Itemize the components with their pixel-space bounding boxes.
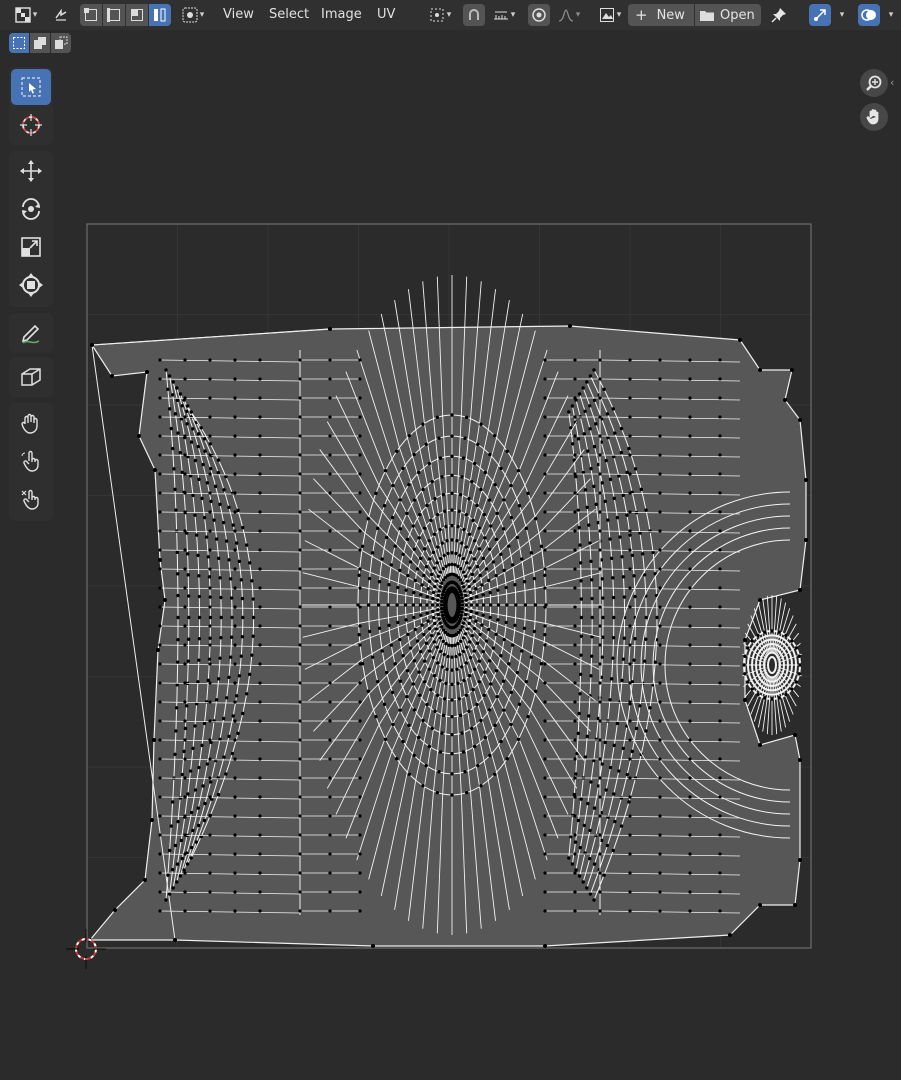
uv-viewport[interactable]: [0, 56, 901, 1080]
gizmo-toggle[interactable]: [809, 4, 831, 26]
rip-region-tool[interactable]: [11, 359, 51, 395]
relax-tool[interactable]: [11, 443, 51, 479]
edge-select-icon: [107, 8, 120, 22]
falloff-button[interactable]: ▾: [552, 4, 586, 26]
menu-uv[interactable]: UV: [371, 4, 401, 26]
vertex-select-button[interactable]: [80, 4, 102, 26]
grab-tool[interactable]: [11, 405, 51, 441]
sticky-selection-button[interactable]: ▾: [176, 4, 210, 26]
cursor-icon: [20, 114, 42, 136]
island-select-icon: [154, 8, 166, 22]
browse-image-button[interactable]: ▾: [594, 4, 626, 26]
chevron-down-icon: ▾: [839, 10, 845, 20]
menu-view[interactable]: View: [217, 4, 260, 26]
select-box-tool[interactable]: [11, 69, 51, 105]
transform-icon: [19, 273, 43, 297]
grab-icon: [21, 413, 38, 434]
box-select-mode-group: [9, 33, 71, 53]
overlay-toggle[interactable]: [858, 4, 880, 26]
image-browse-icon: [599, 8, 614, 22]
folder-icon: [700, 11, 714, 21]
transform-tool[interactable]: [11, 267, 51, 303]
snap-icon: [469, 9, 479, 20]
move-icon: [20, 160, 42, 182]
edge-select-button[interactable]: [103, 4, 125, 26]
box-subtract-icon: [55, 36, 68, 49]
chevron-down-icon: ▾: [616, 10, 622, 20]
relax-icon: [21, 450, 39, 472]
new-image-label: New: [656, 7, 685, 23]
chevron-down-icon: ▾: [199, 10, 205, 20]
pivot-point-icon: [430, 8, 444, 22]
scale-tool[interactable]: [11, 229, 51, 265]
sticky-selection-icon: [182, 7, 198, 23]
box-new-icon: [13, 37, 25, 49]
uv-mesh: [88, 275, 808, 948]
chevron-down-icon: ▾: [510, 10, 516, 20]
zoom-button[interactable]: [860, 69, 888, 97]
vertex-select-icon: [84, 8, 97, 21]
pin-icon: [771, 8, 786, 23]
move-tool[interactable]: [11, 153, 51, 189]
menu-select[interactable]: Select: [263, 4, 315, 26]
snap-target-button[interactable]: ▾: [487, 4, 521, 26]
hand-pan-icon: [866, 109, 879, 125]
uv-canvas[interactable]: [0, 56, 901, 1080]
zoom-icon: [866, 75, 882, 91]
pinch-icon: [21, 489, 39, 510]
face-select-button[interactable]: [126, 4, 148, 26]
falloff-curve-icon: [558, 9, 573, 22]
pin-button[interactable]: [767, 4, 791, 26]
island-select-button[interactable]: [149, 4, 171, 26]
box-extend-icon: [34, 37, 46, 49]
rotate-tool[interactable]: [11, 191, 51, 227]
pinch-tool[interactable]: [11, 481, 51, 517]
menu-image[interactable]: Image: [315, 4, 368, 26]
open-image-button[interactable]: Open: [695, 4, 761, 26]
tool-group-transform: [9, 151, 53, 307]
tool-group-rip: [9, 357, 53, 397]
proportional-edit-toggle[interactable]: [528, 4, 550, 26]
cursor-tool[interactable]: [11, 107, 51, 143]
select-box-icon: [21, 77, 41, 97]
annotate-tool[interactable]: [11, 315, 51, 351]
rip-region-icon: [21, 368, 41, 386]
sync-selection-button[interactable]: [50, 4, 72, 26]
pivot-point-button[interactable]: ▾: [424, 4, 456, 26]
plus-icon: +: [635, 6, 648, 24]
box-select-extend-button[interactable]: [30, 33, 50, 53]
tool-group-select: [9, 67, 53, 145]
chevron-down-icon: ▾: [446, 10, 452, 20]
scale-icon: [21, 237, 41, 257]
pan-button[interactable]: [860, 103, 888, 131]
chevron-left-icon[interactable]: ‹: [890, 76, 894, 89]
gizmo-icon: [814, 9, 826, 21]
new-image-button[interactable]: + New: [628, 4, 694, 26]
proportional-edit-icon: [532, 8, 546, 22]
sync-selection-icon: [55, 8, 67, 21]
face-select-icon: [131, 9, 143, 21]
open-image-label: Open: [720, 7, 755, 23]
overlay-dropdown[interactable]: ▾: [881, 4, 899, 26]
chevron-down-icon: ▾: [32, 10, 38, 20]
chevron-down-icon: ▾: [575, 10, 581, 20]
select-mode-group: [80, 4, 171, 26]
overlay-icon: [861, 9, 876, 21]
snap-increment-icon: [493, 11, 508, 20]
chevron-down-icon: ▾: [888, 10, 894, 20]
annotate-icon: [21, 324, 40, 344]
uv-editor-icon: [15, 7, 31, 23]
tool-group-sculpt: [9, 403, 53, 521]
uv-editor-header: ▾ ▾ View Select Image UV ▾ ▾ ▾ ▾ + New O…: [0, 0, 901, 30]
box-select-subtract-button[interactable]: [51, 33, 71, 53]
gizmo-dropdown[interactable]: ▾: [832, 4, 850, 26]
rotate-icon: [22, 198, 40, 220]
box-select-new-button[interactable]: [9, 33, 29, 53]
editor-type-button[interactable]: ▾: [8, 4, 44, 26]
tool-group-annotate: [9, 313, 53, 353]
snap-toggle[interactable]: [463, 4, 485, 26]
